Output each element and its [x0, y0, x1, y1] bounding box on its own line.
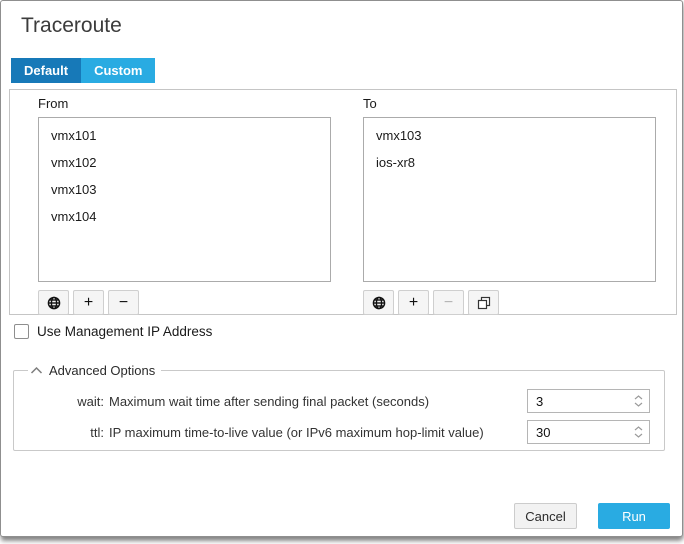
tab-bar: Default Custom	[11, 58, 155, 83]
screen: Traceroute Default Custom From vmx101 vm…	[0, 0, 684, 544]
from-list-actions: + −	[38, 290, 331, 315]
globe-icon	[372, 296, 386, 310]
to-list-actions: + −	[363, 290, 656, 315]
from-remove-button[interactable]: −	[108, 290, 139, 315]
to-remove-button[interactable]: −	[433, 290, 464, 315]
advanced-options-title: Advanced Options	[49, 363, 155, 378]
list-item[interactable]: ios-xr8	[364, 149, 655, 176]
to-copy-button[interactable]	[468, 290, 499, 315]
from-listbox[interactable]: vmx101 vmx102 vmx103 vmx104	[38, 117, 331, 282]
use-management-ip-label: Use Management IP Address	[37, 324, 212, 339]
advanced-options-legend: Advanced Options	[28, 363, 161, 378]
copy-icon	[477, 296, 491, 310]
to-section: To vmx103 ios-xr8	[363, 90, 656, 315]
spinner-down-icon	[634, 402, 643, 407]
run-button[interactable]: Run	[598, 503, 670, 529]
ttl-key-label: ttl:	[26, 425, 104, 440]
wait-row: wait: Maximum wait time after sending fi…	[26, 389, 650, 413]
globe-icon	[47, 296, 61, 310]
ttl-desc-label: IP maximum time-to-live value (or IPv6 m…	[109, 425, 484, 440]
ttl-stepper[interactable]	[627, 426, 649, 438]
wait-desc-label: Maximum wait time after sending final pa…	[109, 394, 429, 409]
from-section: From vmx101 vmx102 vmx103 vmx104	[38, 90, 331, 315]
tab-custom[interactable]: Custom	[81, 58, 155, 83]
plus-icon: +	[409, 295, 418, 311]
spinner-up-icon	[634, 395, 643, 400]
minus-icon: −	[444, 295, 453, 311]
ttl-value: 30	[528, 425, 627, 440]
list-item[interactable]: vmx103	[364, 122, 655, 149]
list-item[interactable]: vmx104	[39, 203, 330, 230]
use-management-ip-checkbox[interactable]	[14, 324, 29, 339]
spinner-up-icon	[634, 426, 643, 431]
wait-key-label: wait:	[26, 394, 104, 409]
wait-stepper[interactable]	[627, 395, 649, 407]
to-label: To	[363, 96, 656, 111]
cancel-button[interactable]: Cancel	[514, 503, 577, 529]
from-add-button[interactable]: +	[73, 290, 104, 315]
from-globe-button[interactable]	[38, 290, 69, 315]
page-title: Traceroute	[21, 14, 122, 38]
traceroute-dialog: Traceroute Default Custom From vmx101 vm…	[0, 0, 683, 537]
list-item[interactable]: vmx102	[39, 149, 330, 176]
management-ip-row: Use Management IP Address	[14, 324, 212, 339]
list-item[interactable]: vmx101	[39, 122, 330, 149]
wait-value: 3	[528, 394, 627, 409]
to-add-button[interactable]: +	[398, 290, 429, 315]
spinner-down-icon	[634, 433, 643, 438]
ttl-row: ttl: IP maximum time-to-live value (or I…	[26, 420, 650, 444]
endpoints-group: From vmx101 vmx102 vmx103 vmx104	[9, 89, 677, 315]
minus-icon: −	[119, 295, 128, 311]
to-listbox[interactable]: vmx103 ios-xr8	[363, 117, 656, 282]
ttl-input[interactable]: 30	[527, 420, 650, 444]
chevron-up-icon[interactable]	[30, 366, 43, 375]
list-item[interactable]: vmx103	[39, 176, 330, 203]
to-globe-button[interactable]	[363, 290, 394, 315]
from-label: From	[38, 96, 331, 111]
plus-icon: +	[84, 295, 93, 311]
wait-input[interactable]: 3	[527, 389, 650, 413]
tab-default[interactable]: Default	[11, 58, 81, 83]
advanced-options-fieldset: Advanced Options wait: Maximum wait time…	[13, 363, 665, 451]
